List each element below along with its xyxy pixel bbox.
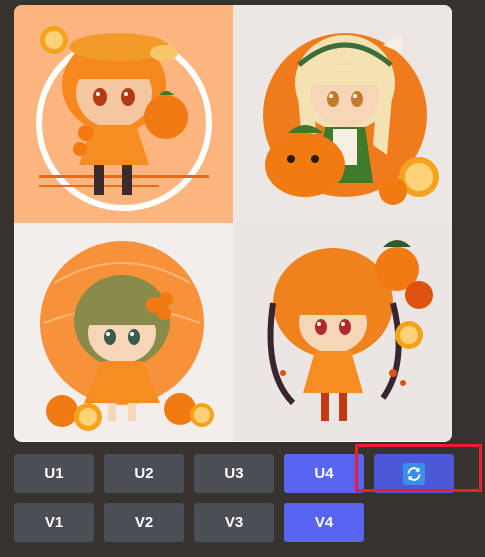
image-tile-3[interactable] [14, 223, 233, 441]
variation-4-button[interactable]: V4 [284, 503, 364, 542]
image-grid[interactable] [14, 5, 452, 442]
image-tile-4[interactable] [233, 223, 452, 441]
reroll-button[interactable] [374, 454, 454, 493]
variation-2-button[interactable]: V2 [104, 503, 184, 542]
upscale-1-button[interactable]: U1 [14, 454, 94, 493]
upscale-2-button[interactable]: U2 [104, 454, 184, 493]
reroll-icon [403, 462, 425, 485]
chibi-girl-illustration-2 [233, 5, 452, 223]
image-tile-1[interactable] [14, 5, 233, 223]
image-tile-2[interactable] [233, 5, 452, 223]
chibi-girl-illustration-3 [14, 223, 233, 441]
upscale-4-button[interactable]: U4 [284, 454, 364, 493]
variation-3-button[interactable]: V3 [194, 503, 274, 542]
chibi-girl-illustration-1 [14, 5, 233, 223]
chibi-girl-illustration-4 [233, 223, 452, 441]
variation-1-button[interactable]: V1 [14, 503, 94, 542]
upscale-3-button[interactable]: U3 [194, 454, 274, 493]
